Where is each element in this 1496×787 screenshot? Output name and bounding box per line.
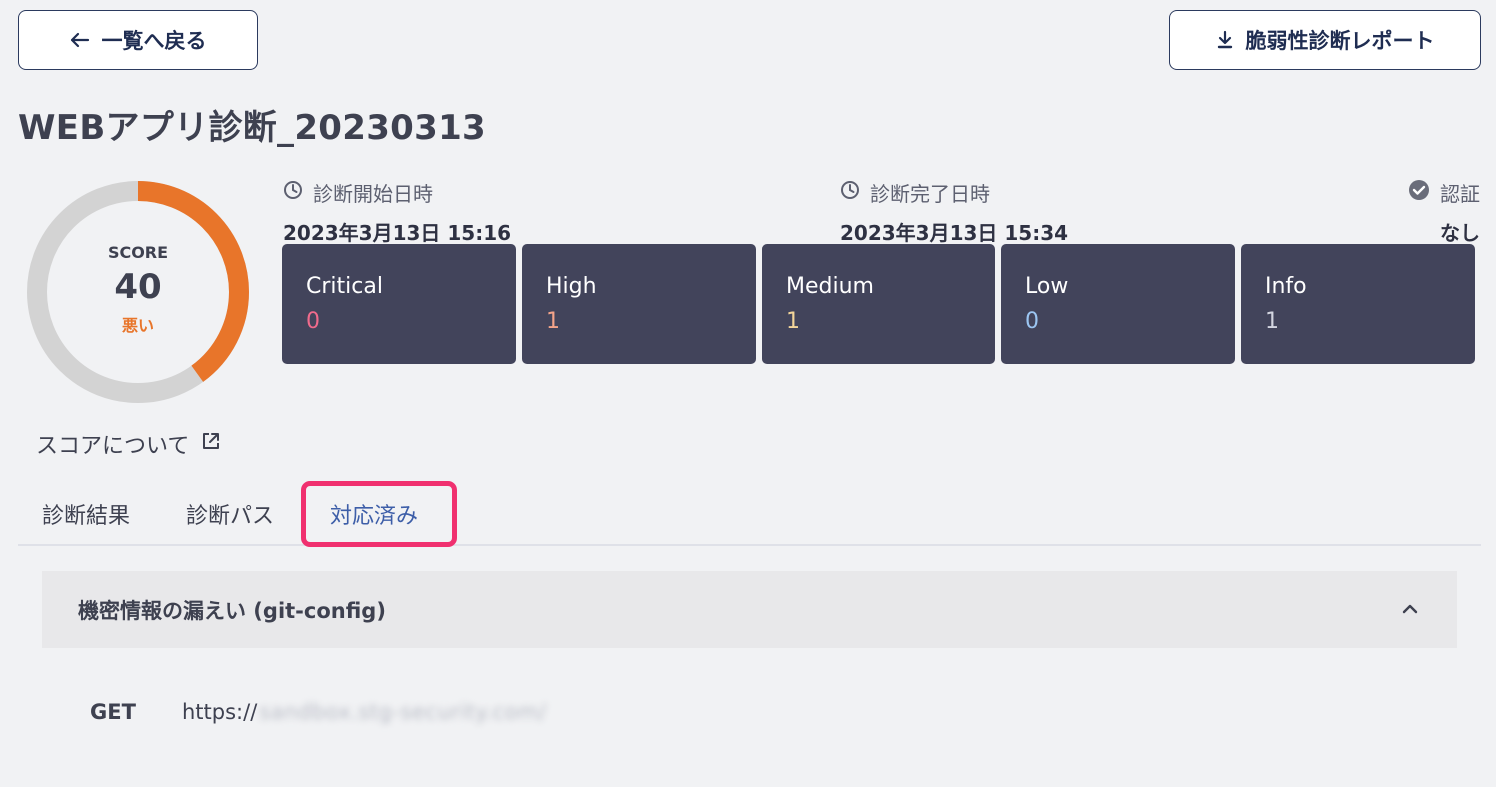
start-label: 診断開始日時	[313, 182, 433, 206]
clock-icon	[840, 180, 860, 205]
download-report-label: 脆弱性診断レポート	[1245, 29, 1435, 53]
severity-name: Critical	[306, 274, 383, 299]
clock-icon	[283, 180, 303, 205]
finding-title: 機密情報の漏えい (git-config)	[78, 598, 386, 623]
score-grade: 悪い	[121, 315, 154, 335]
tab-paths[interactable]: 診断パス	[186, 498, 274, 530]
tab-results[interactable]: 診断結果	[42, 498, 130, 530]
severity-name: Medium	[786, 274, 874, 299]
request-url-blurred: sandbox.stg-security.com/	[259, 700, 547, 724]
score-label: SCORE	[107, 242, 169, 262]
finding-accordion-header[interactable]: 機密情報の漏えい (git-config)	[42, 571, 1457, 648]
end-value: 2023年3月13日 15:34	[840, 221, 1069, 245]
severity-card-info: Info 1	[1241, 244, 1475, 364]
score-value: 40	[114, 266, 162, 307]
end-label: 診断完了日時	[870, 182, 990, 206]
severity-name: Info	[1265, 274, 1307, 299]
download-icon	[1216, 30, 1234, 50]
back-button-label: 一覧へ戻る	[101, 29, 207, 53]
severity-card-high: High 1	[522, 244, 756, 364]
request-method: GET	[90, 700, 136, 724]
request-url-prefix: https://	[182, 700, 258, 724]
severity-count: 1	[1265, 309, 1279, 334]
score-info-link[interactable]: スコアについて	[36, 428, 221, 460]
diagnosis-start: 診断開始日時 2023年3月13日 15:16	[283, 178, 511, 246]
tab-highlight-box	[301, 481, 457, 547]
severity-count: 0	[306, 309, 320, 334]
auth-label: 認証	[1440, 182, 1480, 206]
external-link-icon	[201, 431, 221, 457]
start-value: 2023年3月13日 15:16	[283, 221, 512, 245]
severity-count: 1	[786, 309, 800, 334]
check-circle-icon	[1408, 179, 1430, 206]
severity-card-critical: Critical 0	[282, 244, 516, 364]
score-info-label: スコアについて	[36, 434, 190, 459]
severity-card-medium: Medium 1	[762, 244, 995, 364]
chevron-up-icon[interactable]	[1401, 600, 1419, 619]
diagnosis-end: 診断完了日時 2023年3月13日 15:34	[840, 178, 1068, 246]
severity-card-low: Low 0	[1001, 244, 1235, 364]
severity-count: 0	[1025, 309, 1039, 334]
download-report-button[interactable]: 脆弱性診断レポート	[1169, 10, 1481, 70]
page-title: WEBアプリ診断_20230313	[18, 108, 487, 148]
severity-count: 1	[546, 309, 560, 334]
score-gauge: SCORE 40 悪い	[27, 181, 249, 403]
severity-name: High	[546, 274, 597, 299]
request-url: https:// sandbox.stg-security.com/	[182, 700, 546, 724]
severity-name: Low	[1025, 274, 1069, 299]
arrow-left-icon	[70, 32, 90, 48]
back-button[interactable]: 一覧へ戻る	[18, 10, 258, 70]
auth-value: なし	[1440, 221, 1480, 245]
authentication: 認証 なし	[1408, 178, 1480, 246]
tab-bar: 診断結果 診断パス 対応済み	[18, 481, 1481, 547]
